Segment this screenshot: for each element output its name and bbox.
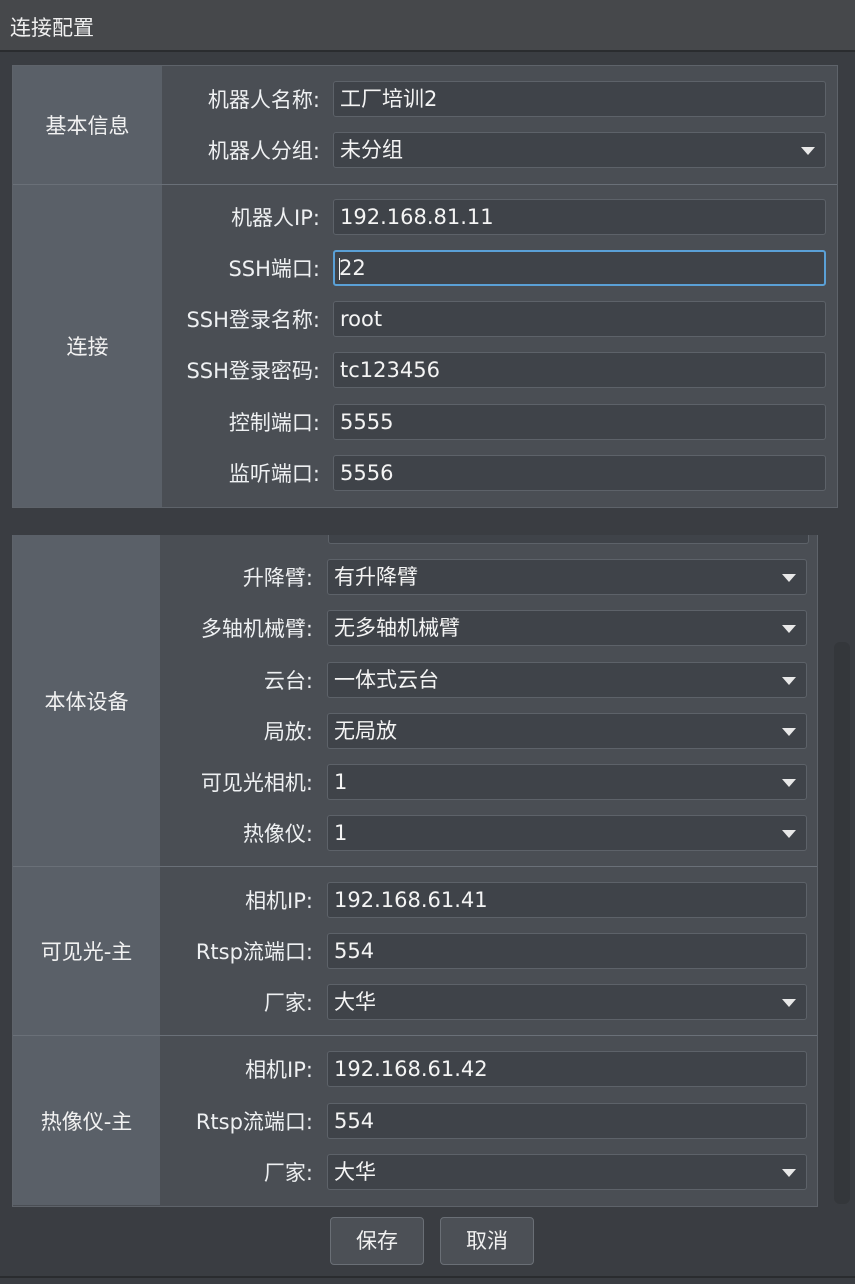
thermal-imager-select[interactable]: 1 bbox=[327, 815, 807, 851]
ssh-password-label: SSH登录密码: bbox=[186, 359, 320, 383]
chevron-down-icon bbox=[782, 1169, 796, 1177]
chevron-down-icon bbox=[782, 999, 796, 1007]
multi-axis-arm-select[interactable]: 无多轴机械臂 bbox=[327, 610, 807, 646]
row-control-port: 控制端口: 5555 bbox=[0, 404, 855, 442]
thermal-vendor-label: 厂家: bbox=[263, 1161, 313, 1185]
thermal-camera-ip-label: 相机IP: bbox=[245, 1058, 313, 1082]
thermal-vendor-select[interactable]: 大华 bbox=[327, 1154, 807, 1190]
robot-ip-label: 机器人IP: bbox=[231, 206, 320, 230]
robot-name-input[interactable]: 工厂培训2 bbox=[333, 81, 826, 117]
thermal-rtsp-port-label: Rtsp流端口: bbox=[195, 1110, 313, 1134]
visible-rtsp-port-input[interactable]: 554 bbox=[327, 933, 807, 969]
clipped-row-edge bbox=[328, 535, 809, 544]
chevron-down-icon bbox=[782, 625, 796, 633]
visible-camera-ip-label: 相机IP: bbox=[245, 889, 313, 913]
control-port-input[interactable]: 5555 bbox=[333, 404, 826, 440]
chevron-down-icon bbox=[782, 574, 796, 582]
ssh-port-input[interactable]: 22 bbox=[333, 250, 826, 286]
partial-discharge-select[interactable]: 无局放 bbox=[327, 713, 807, 749]
scrollbar-thumb[interactable] bbox=[834, 642, 850, 1204]
chevron-down-icon bbox=[782, 728, 796, 736]
row-visible-camera-ip: 相机IP: 192.168.61.41 bbox=[0, 882, 855, 920]
row-thermal-camera-ip: 相机IP: 192.168.61.42 bbox=[0, 1051, 855, 1089]
ptz-select[interactable]: 一体式云台 bbox=[327, 662, 807, 698]
visible-rtsp-port-label: Rtsp流端口: bbox=[195, 940, 313, 964]
ssh-user-input[interactable]: root bbox=[333, 301, 826, 337]
cancel-button[interactable]: 取消 bbox=[440, 1217, 534, 1265]
visible-camera-ip-input[interactable]: 192.168.61.41 bbox=[327, 882, 807, 918]
row-thermal-rtsp-port: Rtsp流端口: 554 bbox=[0, 1103, 855, 1141]
bottom-border bbox=[0, 1276, 855, 1278]
row-ssh-password: SSH登录密码: tc123456 bbox=[0, 352, 855, 390]
lift-arm-select[interactable]: 有升降臂 bbox=[327, 559, 807, 595]
row-robot-ip: 机器人IP: 192.168.81.11 bbox=[0, 199, 855, 237]
chevron-down-icon bbox=[782, 830, 796, 838]
listen-port-label: 监听端口: bbox=[228, 462, 320, 486]
title-bar: 连接配置 bbox=[0, 0, 855, 52]
visible-camera-label: 可见光相机: bbox=[200, 771, 313, 795]
text-caret bbox=[339, 258, 340, 280]
lift-arm-label: 升降臂: bbox=[242, 566, 313, 590]
chevron-down-icon bbox=[801, 147, 815, 155]
row-lift-arm: 升降臂: 有升降臂 bbox=[0, 559, 855, 597]
visible-camera-select[interactable]: 1 bbox=[327, 764, 807, 800]
row-partial-discharge: 局放: 无局放 bbox=[0, 713, 855, 751]
control-port-label: 控制端口: bbox=[228, 411, 320, 435]
row-robot-name: 机器人名称: 工厂培训2 bbox=[0, 81, 855, 119]
row-thermal-vendor: 厂家: 大华 bbox=[0, 1154, 855, 1192]
robot-group-label: 机器人分组: bbox=[207, 139, 320, 163]
row-visible-vendor: 厂家: 大华 bbox=[0, 984, 855, 1022]
row-visible-camera: 可见光相机: 1 bbox=[0, 764, 855, 802]
row-ssh-user: SSH登录名称: root bbox=[0, 301, 855, 339]
visible-vendor-label: 厂家: bbox=[263, 991, 313, 1015]
ptz-label: 云台: bbox=[263, 669, 313, 693]
row-robot-group: 机器人分组: 未分组 bbox=[0, 132, 855, 170]
visible-vendor-select[interactable]: 大华 bbox=[327, 984, 807, 1020]
listen-port-input[interactable]: 5556 bbox=[333, 455, 826, 491]
row-multi-axis-arm: 多轴机械臂: 无多轴机械臂 bbox=[0, 610, 855, 648]
robot-ip-input[interactable]: 192.168.81.11 bbox=[333, 199, 826, 235]
chevron-down-icon bbox=[782, 677, 796, 685]
row-visible-rtsp-port: Rtsp流端口: 554 bbox=[0, 933, 855, 971]
thermal-rtsp-port-input[interactable]: 554 bbox=[327, 1103, 807, 1139]
window-title: 连接配置 bbox=[10, 16, 94, 40]
multi-axis-arm-label: 多轴机械臂: bbox=[200, 617, 313, 641]
row-ssh-port: SSH端口: 22 bbox=[0, 250, 855, 288]
robot-group-select[interactable]: 未分组 bbox=[333, 132, 826, 168]
thermal-imager-label: 热像仪: bbox=[242, 822, 313, 846]
ssh-password-input[interactable]: tc123456 bbox=[333, 352, 826, 388]
thermal-camera-ip-input[interactable]: 192.168.61.42 bbox=[327, 1051, 807, 1087]
partial-discharge-label: 局放: bbox=[263, 720, 313, 744]
chevron-down-icon bbox=[782, 779, 796, 787]
save-button[interactable]: 保存 bbox=[330, 1217, 424, 1265]
row-listen-port: 监听端口: 5556 bbox=[0, 455, 855, 493]
robot-name-label: 机器人名称: bbox=[207, 88, 320, 112]
row-thermal-imager: 热像仪: 1 bbox=[0, 815, 855, 853]
ssh-port-label: SSH端口: bbox=[228, 257, 320, 281]
ssh-user-label: SSH登录名称: bbox=[186, 308, 320, 332]
row-ptz: 云台: 一体式云台 bbox=[0, 662, 855, 700]
